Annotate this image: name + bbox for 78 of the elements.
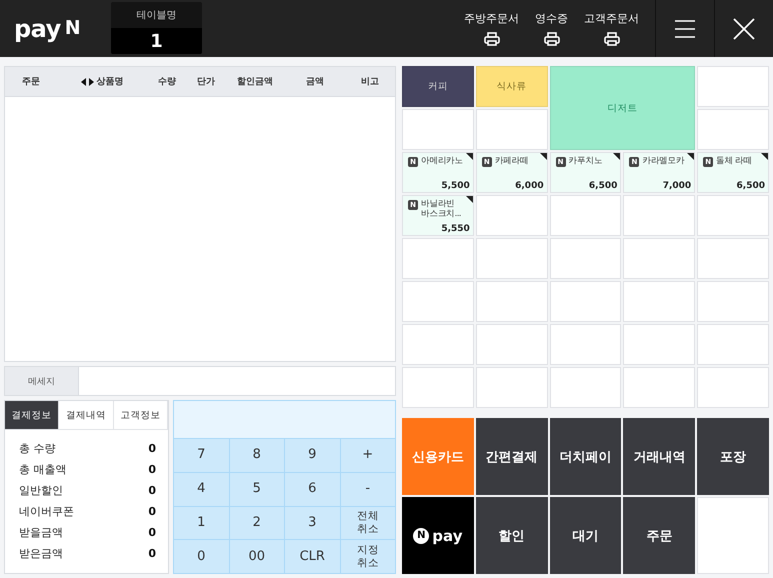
- product-name: 카페라떼: [494, 156, 530, 166]
- payment-button[interactable]: 거래내역: [623, 418, 696, 495]
- keypad-key[interactable]: 8: [230, 439, 284, 472]
- product-price: 6,500: [736, 181, 765, 191]
- keypad-key[interactable]: -: [340, 472, 395, 506]
- keypad-key[interactable]: 전체 취소: [340, 506, 395, 540]
- keypad-key[interactable]: 5: [230, 472, 284, 506]
- payment-button[interactable]: 주문: [623, 497, 696, 574]
- empty-slot: [697, 109, 769, 150]
- keypad-key[interactable]: 6: [285, 472, 340, 506]
- product-name: 카라멜모카: [642, 156, 686, 166]
- payment-button[interactable]: 간편결제: [476, 418, 548, 495]
- corner-triangle-icon: [613, 153, 620, 160]
- close-icon: [733, 18, 755, 40]
- message-label: 메세지: [5, 367, 79, 395]
- corner-triangle-icon: [761, 153, 768, 160]
- keypad-key[interactable]: 3: [285, 506, 340, 540]
- print-button[interactable]: 영수증: [527, 0, 576, 57]
- empty-slot: [697, 66, 769, 107]
- payment-button[interactable]: 대기: [550, 497, 622, 574]
- total-label: 일반할인: [19, 482, 63, 498]
- total-label: 네이버쿠폰: [19, 504, 74, 518]
- printer-icon: [484, 32, 500, 46]
- printer-icon: [544, 32, 560, 46]
- total-value: 0: [148, 526, 156, 538]
- total-value: 0: [148, 504, 156, 518]
- product-name: 카푸치노: [568, 156, 604, 166]
- category-button[interactable]: 커피: [402, 66, 474, 107]
- product-price: 5,500: [441, 181, 470, 191]
- keypad-key[interactable]: 2: [230, 506, 284, 540]
- payment-button[interactable]: 포장: [697, 418, 769, 495]
- keypad-key[interactable]: 00: [230, 540, 284, 573]
- product-price: 6,000: [515, 181, 544, 191]
- product-price: 5,550: [441, 224, 470, 234]
- column-header: 금액: [306, 76, 324, 88]
- total-value: 0: [148, 462, 156, 476]
- npay-button[interactable]: N pay: [402, 497, 474, 574]
- category-button[interactable]: 식사류: [476, 66, 548, 107]
- payment-button[interactable]: 할인: [476, 497, 548, 574]
- keypad-key[interactable]: 4: [174, 472, 228, 506]
- product-price: 7,000: [662, 181, 692, 191]
- column-header: 비고: [361, 76, 379, 88]
- print-button[interactable]: 주방주문서: [456, 0, 527, 57]
- column-header: 수량: [158, 76, 176, 88]
- keypad-key[interactable]: CLR: [285, 540, 340, 573]
- corner-triangle-icon: [540, 153, 547, 160]
- keypad-key[interactable]: 지정 취소: [340, 540, 395, 573]
- keypad-key[interactable]: 1: [174, 506, 228, 540]
- printer-icon: [604, 32, 620, 46]
- table-name-box: 테이블명 1: [111, 2, 202, 54]
- column-header: 상품명: [96, 76, 124, 88]
- total-value: 0: [148, 546, 156, 560]
- sort-arrows-icon[interactable]: [80, 78, 94, 86]
- total-value: 0: [148, 484, 156, 496]
- payment-button[interactable]: 더치페이: [550, 418, 622, 495]
- total-value: 0: [148, 442, 156, 454]
- corner-triangle-icon: [466, 153, 473, 160]
- corner-triangle-icon: [466, 196, 473, 203]
- product-name: 아메리카노: [421, 156, 464, 166]
- column-header: 주문: [22, 76, 40, 88]
- menu-icon: [675, 20, 695, 38]
- product-price: 6,500: [588, 181, 618, 191]
- total-label: 받을금액: [19, 524, 63, 540]
- print-button[interactable]: 고객주문서: [576, 0, 647, 57]
- keypad-key[interactable]: 0: [174, 540, 228, 573]
- column-header: 할인금액: [237, 76, 273, 88]
- product-name: 바닐라빈 바스크치...: [421, 199, 462, 220]
- corner-triangle-icon: [687, 153, 694, 160]
- total-label: 받은금액: [19, 546, 63, 560]
- product-name: 돌체 라떼: [716, 156, 753, 166]
- total-label: 총 수량: [19, 440, 56, 456]
- total-label: 총 매출액: [19, 462, 66, 476]
- keypad-key[interactable]: 7: [174, 439, 228, 472]
- column-header: 단가: [197, 76, 215, 88]
- keypad-key[interactable]: 9: [285, 439, 340, 472]
- keypad-key[interactable]: +: [340, 439, 395, 472]
- info-tab[interactable]: 결제정보: [5, 401, 60, 429]
- logo: pay N: [13, 14, 82, 44]
